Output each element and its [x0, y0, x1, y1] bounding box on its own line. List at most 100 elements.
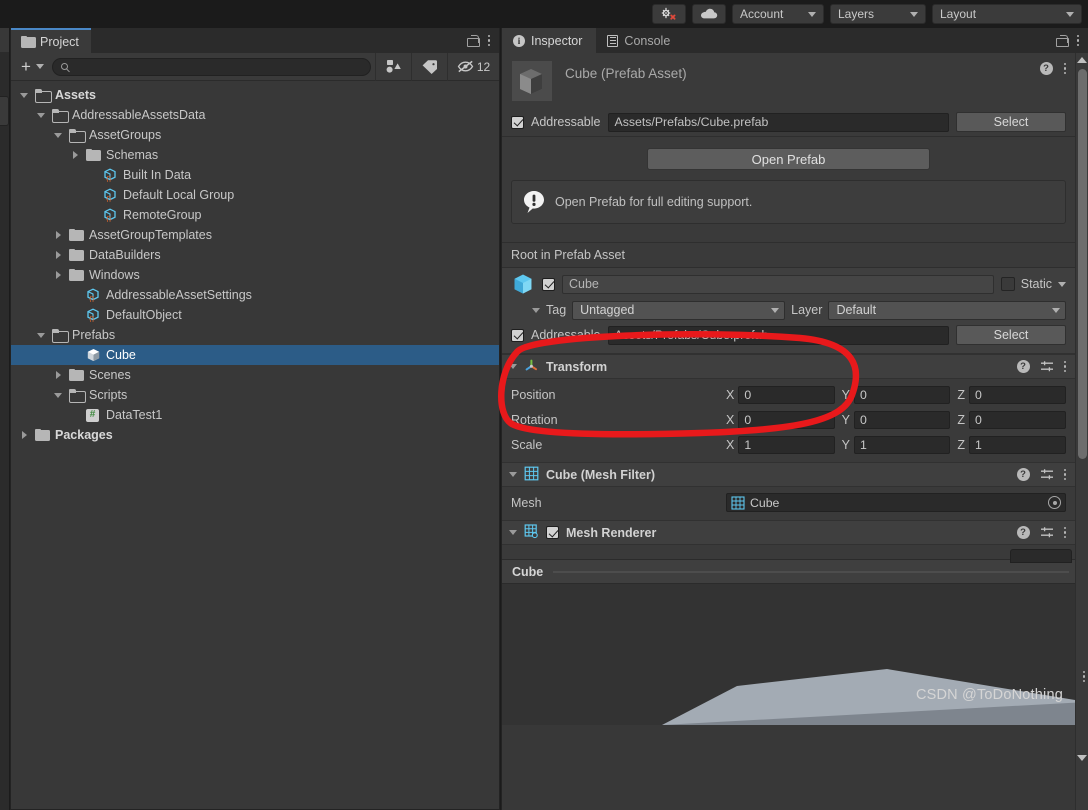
layers-dropdown[interactable]: Layers: [830, 4, 926, 24]
chevron-right-icon[interactable]: [68, 151, 82, 159]
preview-kebab-menu-icon[interactable]: [1082, 670, 1085, 682]
mesh-renderer-enabled-checkbox[interactable]: [546, 526, 559, 539]
numeric-field-y[interactable]: 0: [854, 410, 951, 429]
edge-handle[interactable]: [0, 96, 9, 126]
chevron-down-icon[interactable]: [532, 307, 540, 313]
tree-item[interactable]: AssetGroupTemplates: [11, 225, 499, 245]
inspector-scrollbar[interactable]: [1075, 53, 1088, 810]
tree-item[interactable]: {} DefaultObject: [11, 305, 499, 325]
layout-dropdown[interactable]: Layout: [932, 4, 1082, 24]
chevron-right-icon[interactable]: [51, 251, 65, 259]
object-picker-icon[interactable]: [1048, 496, 1061, 509]
numeric-field-z[interactable]: 0: [968, 410, 1067, 429]
component-header-mesh-renderer[interactable]: Mesh Renderer ?: [502, 520, 1075, 545]
tree-item[interactable]: Schemas: [11, 145, 499, 165]
lock-icon[interactable]: [1055, 34, 1069, 47]
chevron-down-icon[interactable]: [1058, 281, 1066, 287]
search-input[interactable]: [73, 60, 362, 73]
tree-item[interactable]: DataBuilders: [11, 245, 499, 265]
gameobject-name-field[interactable]: Cube: [562, 274, 994, 294]
component-header-transform[interactable]: Transform ?: [502, 354, 1075, 379]
kebab-menu-icon[interactable]: [1063, 526, 1066, 539]
tree-item[interactable]: Scenes: [11, 365, 499, 385]
numeric-field-z[interactable]: 0: [968, 385, 1067, 404]
preset-icon[interactable]: [1040, 360, 1054, 373]
create-asset-button[interactable]: +: [19, 57, 52, 77]
tree-item[interactable]: Packages: [11, 425, 499, 445]
chevron-right-icon[interactable]: [51, 231, 65, 239]
kebab-menu-icon[interactable]: [1063, 62, 1066, 75]
collab-error-icon[interactable]: [652, 4, 686, 24]
chevron-down-icon[interactable]: [34, 332, 48, 338]
layer-dropdown[interactable]: Default: [828, 300, 1066, 320]
static-checkbox[interactable]: [1000, 277, 1015, 291]
chevron-down-icon[interactable]: [509, 530, 517, 535]
go-addressable-checkbox[interactable]: [511, 328, 524, 342]
numeric-field-x[interactable]: 1: [738, 435, 835, 454]
kebab-menu-icon[interactable]: [1076, 34, 1079, 47]
chevron-down-icon[interactable]: [509, 472, 517, 477]
filter-by-label-icon[interactable]: [411, 52, 447, 81]
kebab-menu-icon[interactable]: [1063, 360, 1066, 373]
gameobject-enabled-checkbox[interactable]: [542, 277, 555, 291]
numeric-field-z[interactable]: 1: [968, 435, 1067, 454]
lock-icon[interactable]: [466, 34, 480, 47]
tree-item[interactable]: {} Built In Data: [11, 165, 499, 185]
tree-item[interactable]: {} RemoteGroup: [11, 205, 499, 225]
addressable-checkbox[interactable]: [511, 115, 524, 129]
tree-item[interactable]: Prefabs: [11, 325, 499, 345]
collapsed-panel-edge[interactable]: [0, 28, 10, 810]
tree-item[interactable]: Windows: [11, 265, 499, 285]
chevron-down-icon[interactable]: [51, 392, 65, 398]
chevron-down-icon[interactable]: [51, 132, 65, 138]
scroll-up-arrow[interactable]: [1076, 53, 1088, 66]
tag-dropdown[interactable]: Untagged: [572, 300, 786, 320]
chevron-right-icon[interactable]: [51, 371, 65, 379]
select-button[interactable]: Select: [956, 112, 1066, 132]
tree-item[interactable]: {} AddressableAssetSettings: [11, 285, 499, 305]
addressable-path-field[interactable]: Assets/Prefabs/Cube.prefab: [607, 112, 949, 132]
chevron-down-icon[interactable]: [34, 112, 48, 118]
help-icon[interactable]: ?: [1016, 468, 1030, 481]
chevron-down-icon[interactable]: [17, 92, 31, 98]
preset-icon[interactable]: [1040, 526, 1054, 539]
search-field[interactable]: [51, 57, 371, 76]
numeric-field-y[interactable]: 1: [854, 435, 951, 454]
filter-by-type-icon[interactable]: [375, 52, 411, 81]
tab-inspector[interactable]: i Inspector: [502, 28, 597, 53]
tree-item[interactable]: Cube: [11, 345, 499, 365]
cloud-icon[interactable]: [692, 4, 726, 24]
mesh-icon: [731, 495, 745, 510]
chevron-down-icon[interactable]: [509, 364, 517, 369]
hidden-assets-toggle[interactable]: 12: [447, 52, 499, 81]
scroll-down-arrow[interactable]: [1076, 751, 1088, 764]
preview-area[interactable]: CSDN @ToDoNothing: [502, 584, 1075, 725]
open-prefab-button[interactable]: Open Prefab: [647, 148, 930, 170]
kebab-menu-icon[interactable]: [1063, 468, 1066, 481]
tree-item[interactable]: AssetGroups: [11, 125, 499, 145]
tree-item[interactable]: {} Default Local Group: [11, 185, 499, 205]
scrollbar-thumb[interactable]: [1078, 69, 1087, 459]
go-select-button[interactable]: Select: [956, 325, 1066, 345]
help-icon[interactable]: ?: [1016, 526, 1030, 539]
project-asset-tree[interactable]: Assets AddressableAssetsData AssetGroups Sc…: [11, 82, 499, 809]
help-icon[interactable]: ?: [1039, 62, 1053, 75]
chevron-right-icon[interactable]: [51, 271, 65, 279]
chevron-right-icon[interactable]: [17, 431, 31, 439]
help-icon[interactable]: ?: [1016, 360, 1030, 373]
component-header-mesh-filter[interactable]: Cube (Mesh Filter) ?: [502, 462, 1075, 487]
numeric-field-x[interactable]: 0: [738, 410, 835, 429]
mesh-object-field[interactable]: Cube: [726, 493, 1066, 512]
go-addressable-path-field[interactable]: Assets/Prefabs/Cube.prefab: [607, 325, 949, 345]
preset-icon[interactable]: [1040, 468, 1054, 481]
numeric-field-x[interactable]: 0: [738, 385, 835, 404]
tree-item[interactable]: Assets: [11, 85, 499, 105]
numeric-field-y[interactable]: 0: [854, 385, 951, 404]
tab-console[interactable]: Console: [596, 28, 685, 53]
tree-item[interactable]: Scripts: [11, 385, 499, 405]
account-dropdown[interactable]: Account: [732, 4, 824, 24]
tree-item[interactable]: AddressableAssetsData: [11, 105, 499, 125]
tab-project[interactable]: Project: [11, 28, 91, 53]
tree-item[interactable]: # DataTest1: [11, 405, 499, 425]
kebab-menu-icon[interactable]: [487, 34, 490, 47]
